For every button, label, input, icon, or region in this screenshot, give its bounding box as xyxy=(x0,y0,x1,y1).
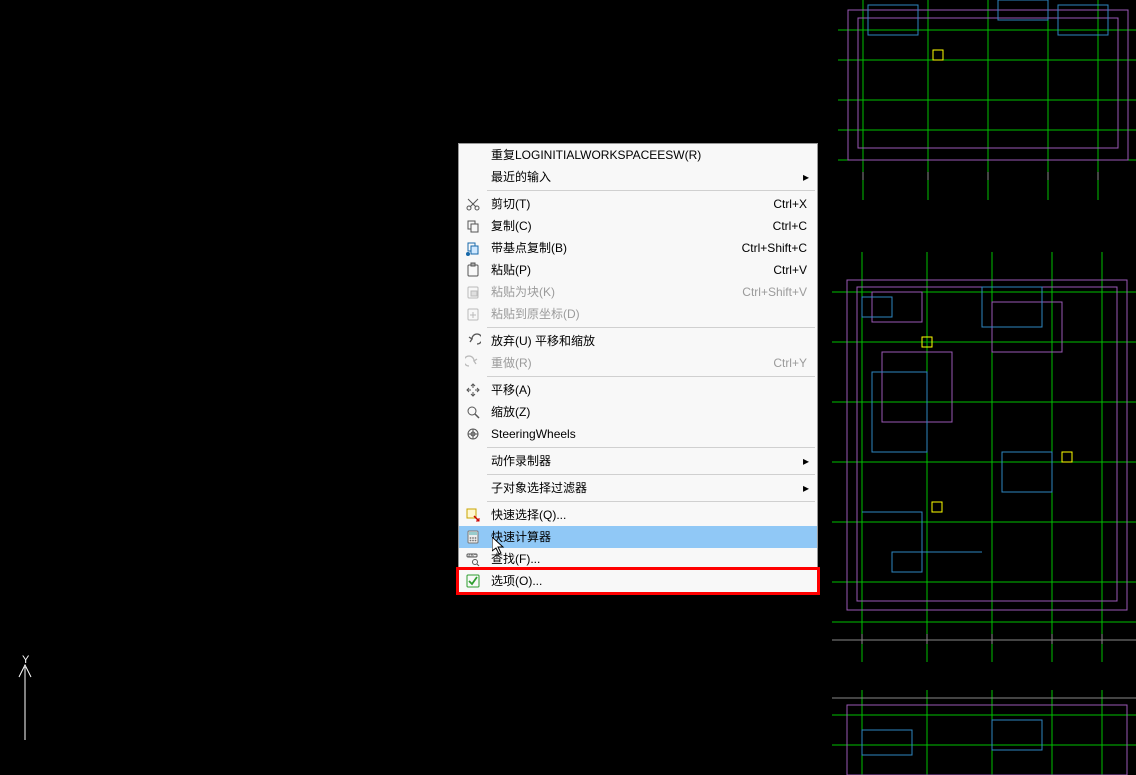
drawing-thumbnail-2 xyxy=(832,252,1136,662)
menu-item-label: 快速选择(Q)... xyxy=(487,504,809,526)
ucs-icon: Y xyxy=(10,655,50,745)
menu-item-shortcut: Ctrl+C xyxy=(773,219,809,233)
menu-item-qselect[interactable]: 快速选择(Q)... xyxy=(459,504,817,526)
no-icon xyxy=(459,450,487,472)
menu-item-shortcut: Ctrl+Shift+C xyxy=(742,241,809,255)
undo-icon xyxy=(459,330,487,352)
menu-item-recent-input[interactable]: 最近的输入▸ xyxy=(459,166,817,188)
menu-separator xyxy=(487,447,815,448)
menu-item-zoom[interactable]: 缩放(Z) xyxy=(459,401,817,423)
menu-item-label: 放弃(U) 平移和缩放 xyxy=(487,330,809,352)
submenu-arrow-icon: ▸ xyxy=(799,170,809,184)
menu-item-action-rec[interactable]: 动作录制器▸ xyxy=(459,450,817,472)
menu-item-repeat[interactable]: 重复LOGINITIALWORKSPACEESW(R) xyxy=(459,144,817,166)
menu-item-label: 剪切(T) xyxy=(487,193,773,215)
menu-item-shortcut: Ctrl+Y xyxy=(773,356,809,370)
wheel-icon xyxy=(459,423,487,445)
redo-icon xyxy=(459,352,487,374)
menu-item-qcalc[interactable]: 快速计算器 xyxy=(459,526,817,548)
menu-item-label: SteeringWheels xyxy=(487,423,809,445)
menu-item-label: 最近的输入 xyxy=(487,166,799,188)
menu-item-label: 选项(O)... xyxy=(487,570,809,592)
find-icon: ABC xyxy=(459,548,487,570)
menu-separator xyxy=(487,327,815,328)
menu-item-label: 子对象选择过滤器 xyxy=(487,477,799,499)
menu-item-label: 粘贴到原坐标(D) xyxy=(487,303,809,325)
menu-item-label: 快速计算器 xyxy=(487,526,809,548)
drawing-thumbnail-3 xyxy=(832,690,1136,775)
menu-item-label: 粘贴(P) xyxy=(487,259,773,281)
menu-item-paste-block: 粘贴为块(K)Ctrl+Shift+V xyxy=(459,281,817,303)
scissors-icon xyxy=(459,193,487,215)
submenu-arrow-icon: ▸ xyxy=(799,454,809,468)
menu-item-redo: 重做(R)Ctrl+Y xyxy=(459,352,817,374)
menu-item-label: 带基点复制(B) xyxy=(487,237,742,259)
copy-base-icon xyxy=(459,237,487,259)
menu-item-shortcut: Ctrl+X xyxy=(773,197,809,211)
menu-item-copy[interactable]: 复制(C)Ctrl+C xyxy=(459,215,817,237)
menu-separator xyxy=(487,474,815,475)
paste-icon xyxy=(459,259,487,281)
menu-item-pan[interactable]: 平移(A) xyxy=(459,379,817,401)
submenu-arrow-icon: ▸ xyxy=(799,481,809,495)
paste-block-icon xyxy=(459,281,487,303)
paste-orig-icon xyxy=(459,303,487,325)
menu-item-undo[interactable]: 放弃(U) 平移和缩放 xyxy=(459,330,817,352)
menu-item-options[interactable]: 选项(O)... xyxy=(459,570,817,592)
menu-item-label: 复制(C) xyxy=(487,215,773,237)
menu-item-label: 粘贴为块(K) xyxy=(487,281,742,303)
menu-separator xyxy=(487,190,815,191)
menu-item-label: 重做(R) xyxy=(487,352,773,374)
menu-item-label: 重复LOGINITIALWORKSPACEESW(R) xyxy=(487,144,809,166)
menu-item-paste-orig: 粘贴到原坐标(D) xyxy=(459,303,817,325)
menu-item-copy-base[interactable]: 带基点复制(B)Ctrl+Shift+C xyxy=(459,237,817,259)
no-icon xyxy=(459,477,487,499)
check-icon xyxy=(459,570,487,592)
context-menu: 重复LOGINITIALWORKSPACEESW(R)最近的输入▸剪切(T)Ct… xyxy=(458,143,818,593)
no-icon xyxy=(459,166,487,188)
copy-icon xyxy=(459,215,487,237)
qselect-icon xyxy=(459,504,487,526)
calc-icon xyxy=(459,526,487,548)
menu-separator xyxy=(487,376,815,377)
menu-item-wheels[interactable]: SteeringWheels xyxy=(459,423,817,445)
svg-text:ABC: ABC xyxy=(468,553,476,558)
menu-item-shortcut: Ctrl+V xyxy=(773,263,809,277)
menu-item-label: 缩放(Z) xyxy=(487,401,809,423)
menu-item-label: 查找(F)... xyxy=(487,548,809,570)
menu-item-cut[interactable]: 剪切(T)Ctrl+X xyxy=(459,193,817,215)
menu-separator xyxy=(487,501,815,502)
menu-item-shortcut: Ctrl+Shift+V xyxy=(742,285,809,299)
menu-item-label: 平移(A) xyxy=(487,379,809,401)
ucs-y-label: Y xyxy=(22,654,30,666)
menu-item-subobj-filter[interactable]: 子对象选择过滤器▸ xyxy=(459,477,817,499)
menu-item-find[interactable]: ABC 查找(F)... xyxy=(459,548,817,570)
zoom-icon xyxy=(459,401,487,423)
no-icon xyxy=(459,144,487,166)
pan-icon xyxy=(459,379,487,401)
menu-item-label: 动作录制器 xyxy=(487,450,799,472)
menu-item-paste[interactable]: 粘贴(P)Ctrl+V xyxy=(459,259,817,281)
drawing-thumbnail-1 xyxy=(838,0,1136,200)
